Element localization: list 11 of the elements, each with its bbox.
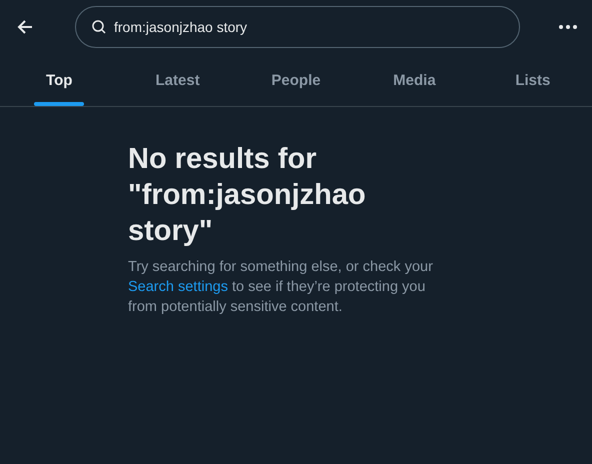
- empty-state-title: No results for "from:jasonjzhao story": [128, 142, 367, 249]
- search-settings-link[interactable]: Search settings: [128, 279, 228, 295]
- tab[interactable]: Media: [381, 54, 448, 106]
- more-icon[interactable]: [558, 24, 578, 30]
- tab[interactable]: People: [259, 54, 333, 106]
- tab[interactable]: Top: [34, 54, 84, 106]
- tab[interactable]: Latest: [144, 54, 212, 106]
- search-icon: [91, 19, 107, 35]
- empty-state-message: Try searching for something else, or check your Search settings to see if they’re protecting you from potentially sensitive content.: [128, 258, 434, 317]
- search-field[interactable]: from:jasonjzhao story: [75, 6, 520, 48]
- tab[interactable]: Lists: [503, 54, 562, 106]
